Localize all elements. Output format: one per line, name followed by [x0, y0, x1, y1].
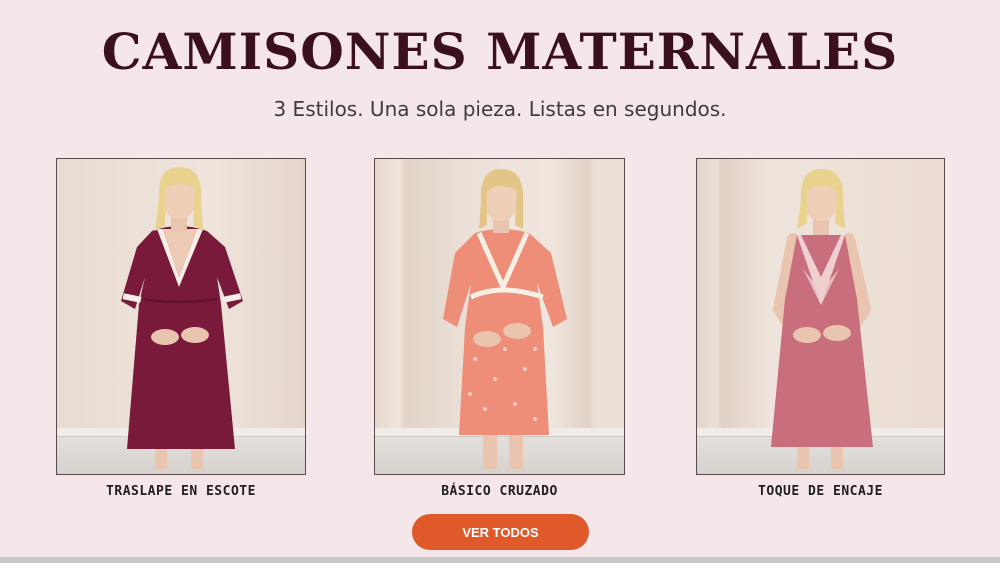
product-card-basico[interactable] — [374, 158, 625, 475]
page-bottom-divider — [0, 557, 1000, 563]
product-photo-basico — [443, 169, 567, 469]
product-photo-encaje — [771, 169, 873, 469]
page-subtitle: 3 Estilos. Una sola pieza. Listas en seg… — [273, 97, 727, 121]
product-label-encaje[interactable]: TOQUE DE ENCAJE — [696, 484, 945, 499]
product-label-traslape[interactable]: TRASLAPE EN ESCOTE — [56, 484, 306, 499]
product-label-basico[interactable]: BÁSICO CRUZADO — [374, 484, 625, 499]
ver-todos-button[interactable]: VER TODOS — [412, 514, 589, 550]
page-title: CAMISONES MATERNALES — [101, 22, 899, 81]
product-card-encaje[interactable] — [696, 158, 945, 475]
product-card-traslape[interactable] — [56, 158, 306, 475]
product-photo-traslape — [121, 167, 243, 469]
